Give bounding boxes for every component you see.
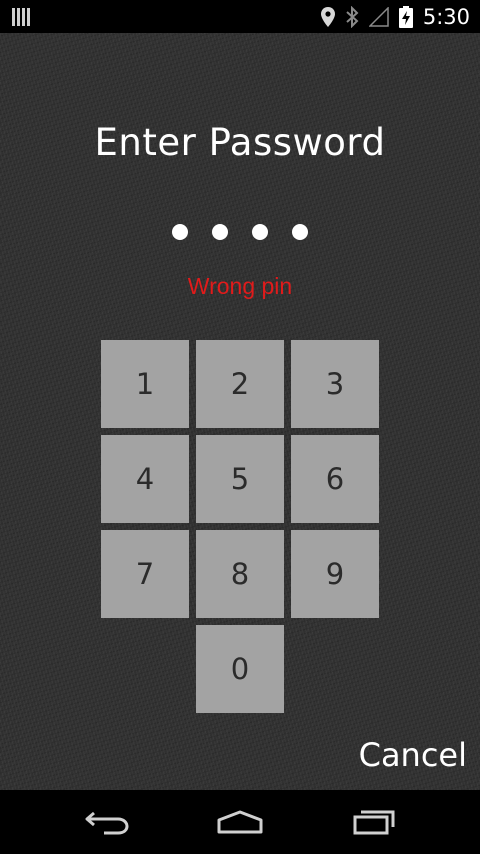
- pin-indicator: [0, 224, 480, 240]
- key-4[interactable]: 4: [101, 435, 189, 523]
- key-3[interactable]: 3: [291, 340, 379, 428]
- lock-screen: Enter Password Wrong pin 1 2 3 4 5 6 7 8…: [0, 33, 480, 790]
- bluetooth-icon: [345, 5, 359, 28]
- key-7[interactable]: 7: [101, 530, 189, 618]
- pin-dot: [172, 224, 188, 240]
- key-8[interactable]: 8: [196, 530, 284, 618]
- pin-dot: [212, 224, 228, 240]
- key-1[interactable]: 1: [101, 340, 189, 428]
- battery-charging-icon: [398, 5, 413, 28]
- clock-time: 5:30: [422, 4, 470, 29]
- home-icon[interactable]: [212, 802, 268, 842]
- signal-icon: [368, 6, 389, 27]
- navigation-bar: [0, 790, 480, 854]
- status-bar: 5:30: [0, 0, 480, 33]
- cancel-button[interactable]: Cancel: [359, 736, 467, 774]
- pin-dot: [252, 224, 268, 240]
- page-title: Enter Password: [94, 121, 386, 164]
- back-icon[interactable]: [79, 802, 135, 842]
- key-5[interactable]: 5: [196, 435, 284, 523]
- key-6[interactable]: 6: [291, 435, 379, 523]
- recent-apps-icon[interactable]: [346, 802, 402, 842]
- error-message: Wrong pin: [187, 273, 293, 299]
- key-9[interactable]: 9: [291, 530, 379, 618]
- key-2[interactable]: 2: [196, 340, 284, 428]
- location-icon: [320, 6, 335, 27]
- notification-bars-icon: [12, 8, 32, 26]
- key-0[interactable]: 0: [196, 625, 284, 713]
- pin-dot: [292, 224, 308, 240]
